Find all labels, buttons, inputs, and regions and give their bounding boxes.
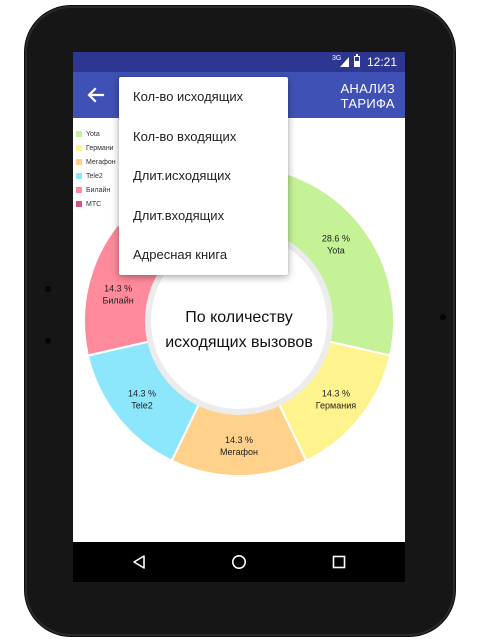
slice-value-label: 14.3 % [128,388,156,398]
slice-value-label: 28.6 % [322,234,350,244]
slice-value-label: 14.3 % [104,283,132,293]
navigation-bar [73,542,405,582]
slice-value-label: 14.3 % [225,435,253,445]
slice-name-label: Билайн [103,295,134,305]
nav-back-icon [133,555,145,569]
menu-item-incoming-duration[interactable]: Длит.входящих [119,196,288,236]
nav-recents-button[interactable] [319,542,359,582]
slice-name-label: Tele2 [131,400,153,410]
nav-back-button[interactable] [119,542,159,582]
menu-item-outgoing-count[interactable]: Кол-во исходящих [119,77,288,117]
side-sensor-dot [45,338,51,344]
screen: 3G 12:21 АНАЛИЗ ТАРИФА Yota Германи Мегафо… [73,52,405,582]
nav-home-button[interactable] [219,542,259,582]
nav-recents-icon [332,555,346,569]
side-sensor-dot [45,286,51,292]
slice-name-label: Yota [327,246,345,256]
nav-home-icon [232,555,246,569]
slice-name-label: Германия [316,400,356,410]
slice-name-label: Мегафон [220,447,258,457]
chart-center-line1: По количеству [185,309,293,326]
menu-item-outgoing-duration[interactable]: Длит.исходящих [119,156,288,196]
menu-item-incoming-count[interactable]: Кол-во входящих [119,117,288,157]
menu-item-address-book[interactable]: Адресная книга [119,235,288,275]
chart-center-line2: исходящих вызовов [165,334,313,351]
camera-dot [440,314,446,320]
dropdown-menu: Кол-во исходящих Кол-во входящих Длит.ис… [119,77,288,275]
slice-value-label: 14.3 % [322,388,350,398]
